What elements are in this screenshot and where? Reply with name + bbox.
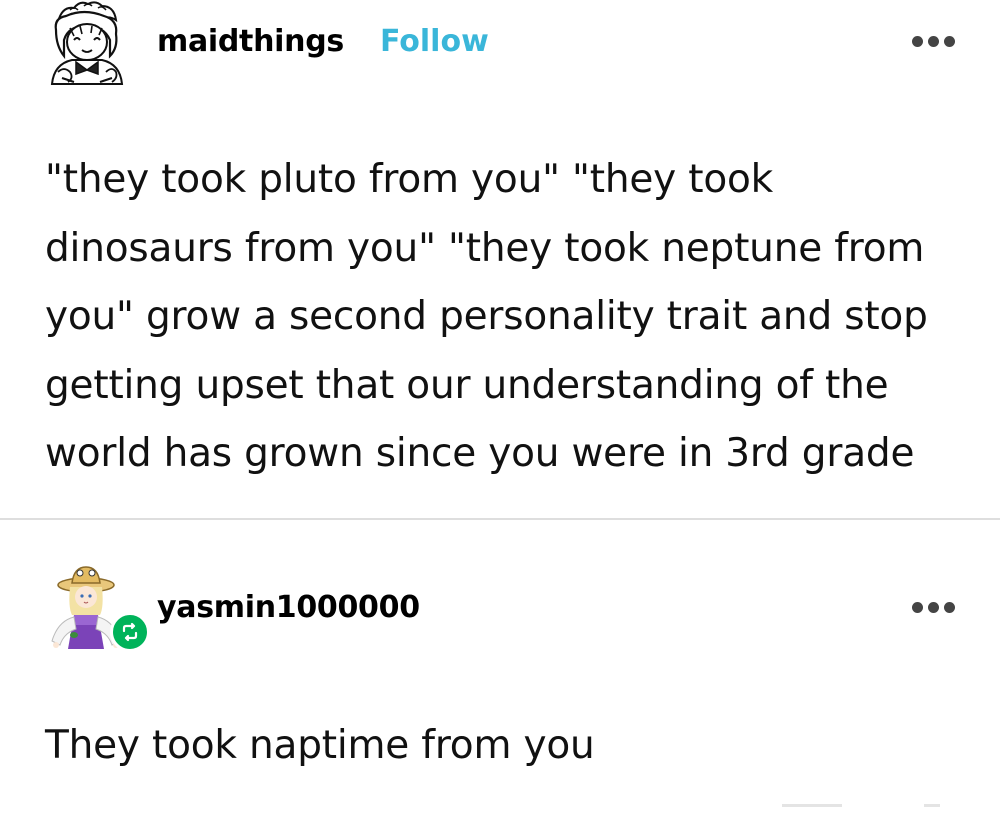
original-post-body: "they took pluto from you" "they took di…: [45, 146, 975, 489]
post-body-line: getting upset that our understanding of …: [45, 362, 889, 408]
follow-button[interactable]: Follow: [380, 24, 489, 59]
reblog-username[interactable]: yasmin1000000: [157, 590, 420, 625]
post-divider: [0, 518, 1000, 520]
post-body-line: you" grow a second personality trait and…: [45, 294, 928, 340]
more-options-icon[interactable]: [910, 596, 957, 619]
maid-avatar-icon[interactable]: [44, 0, 128, 85]
post-body-line: dinosaurs from you" "they took neptune f…: [45, 225, 925, 271]
reblog-icon: [110, 612, 150, 652]
reblog-arrows-icon: [122, 622, 138, 642]
post-body-line: "they took pluto from you" "they took: [45, 157, 774, 202]
reblog-body: They took naptime from you: [45, 723, 595, 768]
next-content-edge: [782, 804, 842, 807]
next-content-edge: [924, 804, 940, 807]
post-body-line: world has grown since you were in 3rd gr…: [45, 431, 915, 477]
original-username[interactable]: maidthings: [157, 24, 344, 59]
more-options-icon[interactable]: [910, 30, 957, 53]
